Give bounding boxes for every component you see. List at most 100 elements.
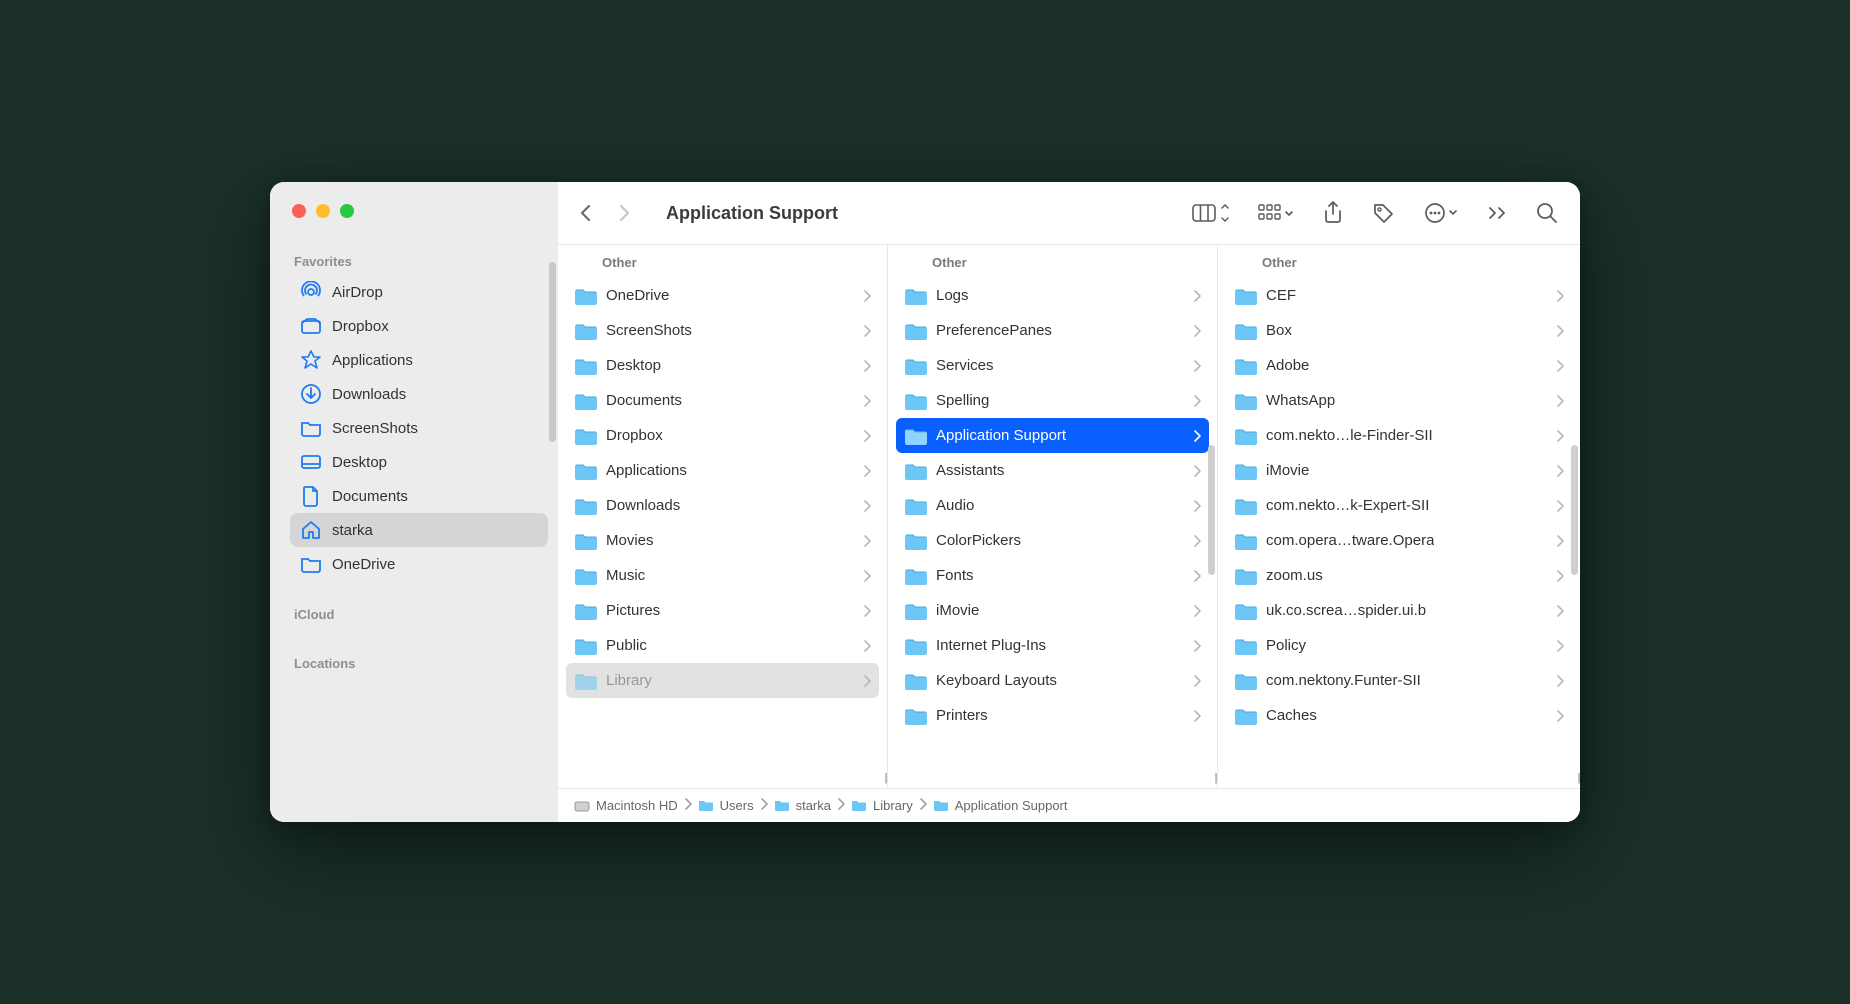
folder-row[interactable]: iMovie [1226, 453, 1572, 488]
folder-row[interactable]: Pictures [566, 593, 879, 628]
sidebar-scrollbar[interactable] [549, 262, 556, 442]
chevron-right-icon [1193, 640, 1201, 652]
sidebar-item-screenshots[interactable]: ScreenShots [290, 411, 548, 445]
folder-icon [574, 601, 598, 621]
path-label: Users [720, 798, 754, 813]
toolbar-actions [1192, 201, 1558, 225]
folder-icon [904, 531, 928, 551]
folder-row[interactable]: Application Support [896, 418, 1209, 453]
folder-label: PreferencePanes [936, 322, 1052, 339]
folder-row[interactable]: CEF [1226, 278, 1572, 313]
folder-row[interactable]: Audio [896, 488, 1209, 523]
folder-row[interactable]: com.nektony.Funter-SII [1226, 663, 1572, 698]
folder-row[interactable]: Movies [566, 523, 879, 558]
tags-button[interactable] [1372, 202, 1396, 224]
chevron-right-icon [863, 465, 871, 477]
chevron-right-icon [1193, 465, 1201, 477]
folder-row[interactable]: Adobe [1226, 348, 1572, 383]
folder-row[interactable]: zoom.us [1226, 558, 1572, 593]
sidebar-item-dropbox[interactable]: Dropbox [290, 309, 548, 343]
more-actions-button[interactable] [1424, 202, 1460, 224]
sidebar-item-airdrop[interactable]: AirDrop [290, 275, 548, 309]
share-button[interactable] [1322, 201, 1344, 225]
path-segment[interactable]: starka [774, 798, 831, 813]
downloads-icon [300, 383, 322, 405]
folder-row[interactable]: com.opera…tware.Opera [1226, 523, 1572, 558]
folder-icon [904, 601, 928, 621]
path-segment[interactable]: Library [851, 798, 913, 813]
sidebar-item-documents[interactable]: Documents [290, 479, 548, 513]
column-scrollbar[interactable] [1571, 445, 1578, 575]
path-segment[interactable]: Application Support [933, 798, 1068, 813]
folder-icon [1234, 286, 1258, 306]
folder-icon [574, 671, 598, 691]
close-button[interactable] [292, 204, 306, 218]
view-columns-button[interactable] [1192, 202, 1230, 224]
maximize-button[interactable] [340, 204, 354, 218]
folder-label: Internet Plug-Ins [936, 637, 1046, 654]
sidebar-item-applications[interactable]: Applications [290, 343, 548, 377]
group-by-button[interactable] [1258, 202, 1294, 224]
folder-label: Downloads [606, 497, 680, 514]
folder-row[interactable]: OneDrive [566, 278, 879, 313]
folder-row[interactable]: Logs [896, 278, 1209, 313]
folder-icon [574, 496, 598, 516]
folder-row[interactable]: Library [566, 663, 879, 698]
column-list: CEF Box Adobe WhatsApp com.nekto…le-Find… [1218, 278, 1580, 788]
folder-row[interactable]: Fonts [896, 558, 1209, 593]
overflow-button[interactable] [1488, 205, 1508, 221]
folder-label: Keyboard Layouts [936, 672, 1057, 689]
folder-icon [1234, 566, 1258, 586]
minimize-button[interactable] [316, 204, 330, 218]
sidebar-item-onedrive[interactable]: OneDrive [290, 547, 548, 581]
column-resize-handle[interactable]: || [1577, 772, 1579, 784]
folder-row[interactable]: WhatsApp [1226, 383, 1572, 418]
folder-row[interactable]: PreferencePanes [896, 313, 1209, 348]
folder-row[interactable]: Documents [566, 383, 879, 418]
folder-row[interactable]: Printers [896, 698, 1209, 733]
folder-row[interactable]: Music [566, 558, 879, 593]
folder-row[interactable]: Dropbox [566, 418, 879, 453]
folder-icon [574, 391, 598, 411]
folder-row[interactable]: com.nekto…k-Expert-SII [1226, 488, 1572, 523]
folder-row[interactable]: uk.co.screa…spider.ui.b [1226, 593, 1572, 628]
folder-label: Services [936, 357, 994, 374]
column-scrollbar[interactable] [1208, 445, 1215, 575]
folder-row[interactable]: Downloads [566, 488, 879, 523]
path-segment[interactable]: Users [698, 798, 754, 813]
folder-row[interactable]: iMovie [896, 593, 1209, 628]
sidebar-item-label: Documents [332, 488, 408, 505]
column-header: Other [558, 245, 887, 278]
folder-row[interactable]: Policy [1226, 628, 1572, 663]
folder-row[interactable]: Caches [1226, 698, 1572, 733]
folder-row[interactable]: ScreenShots [566, 313, 879, 348]
column-resize-handle[interactable]: || [1214, 772, 1216, 784]
sidebar-item-downloads[interactable]: Downloads [290, 377, 548, 411]
search-button[interactable] [1536, 202, 1558, 224]
path-segment[interactable]: Macintosh HD [574, 798, 678, 813]
folder-row[interactable]: Services [896, 348, 1209, 383]
folder-row[interactable]: Box [1226, 313, 1572, 348]
folder-row[interactable]: Keyboard Layouts [896, 663, 1209, 698]
folder-icon [1234, 601, 1258, 621]
column-resize-handle[interactable]: || [884, 772, 886, 784]
forward-button[interactable] [614, 203, 634, 223]
folder-row[interactable]: Assistants [896, 453, 1209, 488]
chevron-right-icon [1193, 430, 1201, 442]
folder-row[interactable]: Desktop [566, 348, 879, 383]
chevron-right-icon [1556, 465, 1564, 477]
back-button[interactable] [576, 203, 596, 223]
desktop-icon [300, 451, 322, 473]
folder-row[interactable]: ColorPickers [896, 523, 1209, 558]
path-label: starka [796, 798, 831, 813]
folder-label: com.opera…tware.Opera [1266, 532, 1434, 549]
folder-row[interactable]: Spelling [896, 383, 1209, 418]
sidebar-item-desktop[interactable]: Desktop [290, 445, 548, 479]
folder-row[interactable]: Public [566, 628, 879, 663]
folder-row[interactable]: Internet Plug-Ins [896, 628, 1209, 663]
sidebar-section-icloud: iCloud [290, 599, 548, 628]
sidebar-item-starka[interactable]: starka [290, 513, 548, 547]
folder-row[interactable]: Applications [566, 453, 879, 488]
sidebar-item-label: AirDrop [332, 284, 383, 301]
folder-row[interactable]: com.nekto…le-Finder-SII [1226, 418, 1572, 453]
